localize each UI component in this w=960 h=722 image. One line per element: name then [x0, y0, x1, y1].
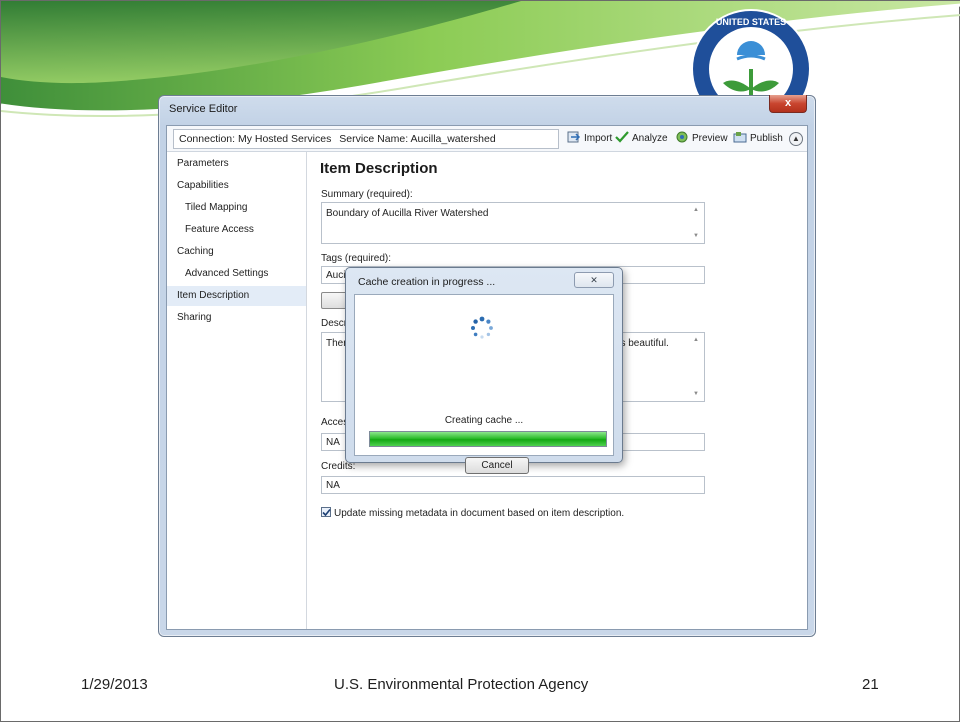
- scroll-down-icon: ▼: [693, 391, 699, 397]
- service-name-text: Service Name: Aucilla_watershed: [339, 133, 496, 145]
- sidebar-item-caching[interactable]: Caching: [177, 242, 214, 262]
- close-icon: ✕: [590, 275, 598, 285]
- preview-button[interactable]: Preview: [675, 131, 728, 147]
- chevron-up-icon: ▲: [792, 134, 800, 143]
- metadata-checkbox-label: Update missing metadata in document base…: [334, 508, 625, 519]
- checkmark-icon: [615, 131, 629, 143]
- summary-scrollbar[interactable]: ▲ ▼: [690, 204, 703, 242]
- analyze-button[interactable]: Analyze: [615, 131, 668, 147]
- progress-bar-fill: [370, 432, 606, 446]
- sidebar-item-advanced-settings[interactable]: Advanced Settings: [185, 264, 268, 284]
- tags-label: Tags (required):: [321, 253, 392, 264]
- sidebar-item-parameters[interactable]: Parameters: [177, 154, 229, 174]
- cache-progress-dialog: Cache creation in progress ... ✕ Creatin…: [345, 267, 623, 474]
- summary-field[interactable]: Boundary of Aucilla River Watershed ▲ ▼: [321, 202, 705, 244]
- summary-value: Boundary of Aucilla River Watershed: [326, 208, 489, 219]
- publish-button[interactable]: Publish: [733, 131, 783, 147]
- footer-page-number: 21: [862, 676, 879, 693]
- loading-spinner-icon: [471, 316, 493, 339]
- metadata-checkbox[interactable]: [321, 507, 331, 517]
- dialog-close-button[interactable]: ✕: [574, 272, 614, 288]
- tags-action-button[interactable]: [321, 292, 347, 309]
- window-close-button[interactable]: x: [769, 95, 807, 113]
- connection-text: Connection: My Hosted Services: [179, 133, 332, 145]
- cancel-button[interactable]: Cancel: [465, 457, 529, 474]
- slide: UNITED STATES Service Editor x Connectio…: [0, 0, 960, 722]
- collapse-toolbar-button[interactable]: ▲: [789, 132, 803, 146]
- sidebar-item-capabilities[interactable]: Capabilities: [177, 176, 229, 196]
- cache-progress-bar: [369, 431, 607, 447]
- toolbar: Connection: My Hosted Services Service N…: [167, 126, 807, 152]
- dialog-title: Cache creation in progress ...: [358, 276, 496, 288]
- import-icon: [567, 131, 581, 143]
- checkmark-icon: [322, 508, 331, 517]
- publish-icon: [733, 132, 747, 143]
- metadata-checkbox-row[interactable]: Update missing metadata in document base…: [321, 507, 624, 519]
- credits-field[interactable]: NA: [321, 476, 705, 494]
- window-title: Service Editor: [169, 103, 238, 115]
- svg-text:UNITED STATES: UNITED STATES: [716, 17, 786, 27]
- dialog-status-text: Creating cache ...: [444, 415, 524, 426]
- sidebar-item-item-description[interactable]: Item Description: [167, 286, 306, 306]
- scroll-down-icon: ▼: [693, 233, 699, 239]
- credits-value: NA: [326, 480, 340, 491]
- page-title: Item Description: [320, 160, 438, 177]
- footer-date: 1/29/2013: [81, 676, 148, 693]
- sidebar-nav: Parameters Capabilities Tiled Mapping Fe…: [167, 152, 307, 629]
- import-button[interactable]: Import: [567, 131, 612, 147]
- access-value: NA: [326, 437, 340, 448]
- scroll-up-icon: ▲: [693, 337, 699, 343]
- footer-agency: U.S. Environmental Protection Agency: [334, 676, 589, 693]
- connection-info-box: Connection: My Hosted Services Service N…: [173, 129, 559, 149]
- dialog-body: Creating cache ... Cancel: [354, 294, 614, 474]
- sidebar-item-tiled-mapping[interactable]: Tiled Mapping: [185, 198, 247, 218]
- sidebar-item-feature-access[interactable]: Feature Access: [185, 220, 254, 240]
- preview-icon: [676, 131, 688, 143]
- summary-label: Summary (required):: [321, 189, 413, 200]
- description-scrollbar[interactable]: ▲ ▼: [690, 334, 703, 400]
- sidebar-item-sharing[interactable]: Sharing: [177, 308, 211, 328]
- scroll-up-icon: ▲: [693, 207, 699, 213]
